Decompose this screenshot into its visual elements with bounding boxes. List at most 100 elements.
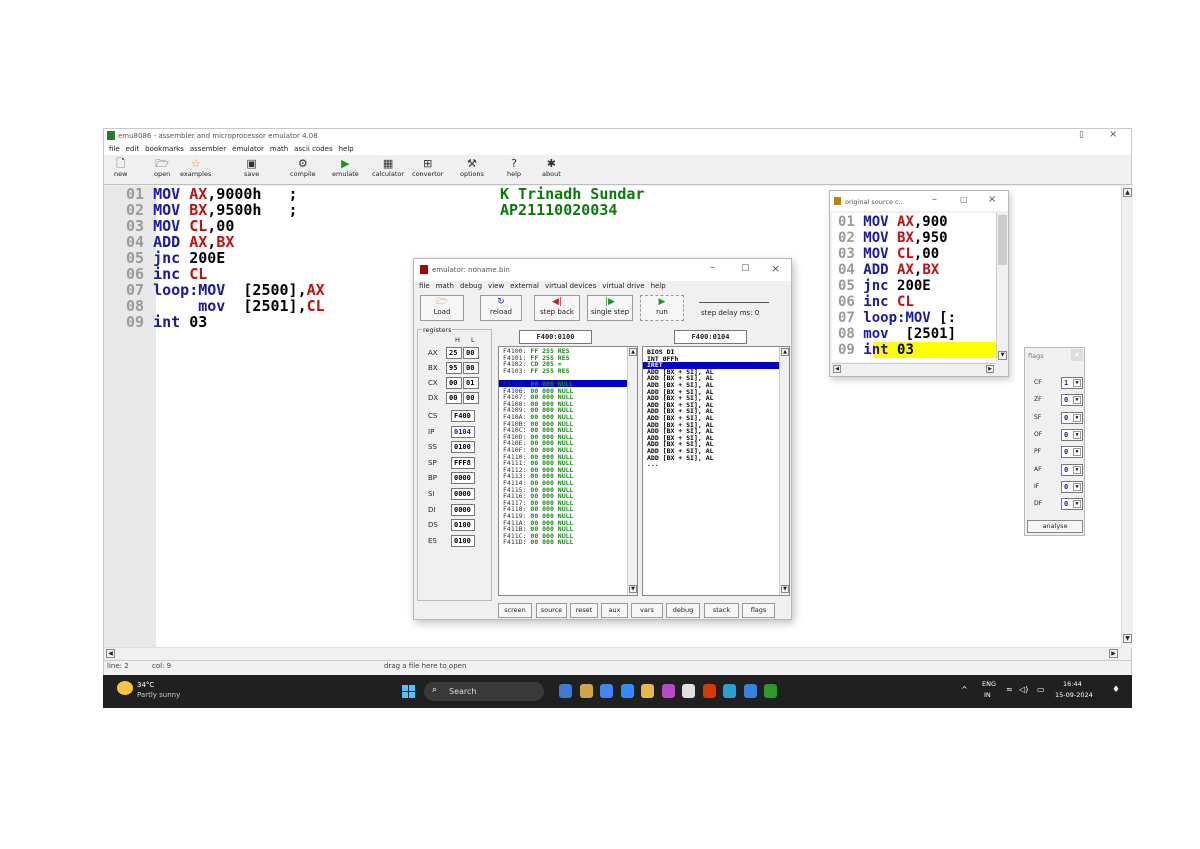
toolbar-help-button[interactable]: ? help	[507, 157, 521, 178]
weather-temp[interactable]: 34°C	[137, 681, 154, 689]
scroll-left-icon[interactable]: ◀	[106, 649, 115, 658]
register-SS-value[interactable]: 0100	[451, 441, 475, 454]
disassembly-scrollbar[interactable]: ▲ ▼	[779, 347, 789, 595]
emu-menu-view[interactable]: view	[488, 282, 504, 290]
weather-icon[interactable]	[117, 681, 133, 695]
register-SI-value[interactable]: 0000	[451, 488, 475, 500]
flag-SF-select[interactable]: 0 ▼	[1061, 411, 1083, 424]
language[interactable]: ENG	[982, 680, 996, 688]
menu-bookmarks[interactable]: bookmarks	[145, 145, 184, 153]
toolbar-new-button[interactable]: 🗋 new	[114, 157, 127, 178]
scroll-down-icon[interactable]: ▼	[1123, 634, 1132, 643]
source-code-line[interactable]: 02 MOV BX,950	[838, 230, 948, 246]
register-CX-low[interactable]: 01	[463, 377, 479, 389]
flag-CF-select[interactable]: 1 ▼	[1061, 377, 1083, 389]
scroll-up-icon[interactable]: ▲	[1123, 188, 1132, 197]
flag-PF-select[interactable]: 0 ▼	[1061, 446, 1083, 459]
step-delay-slider[interactable]	[699, 297, 769, 303]
flag-OF-select[interactable]: 0 ▼	[1061, 428, 1083, 441]
folder-icon[interactable]	[641, 684, 654, 698]
toolbar-open-button[interactable]: 🗁 open	[154, 157, 170, 178]
register-BP-value[interactable]: 0000	[451, 472, 475, 485]
chrome-icon[interactable]	[600, 684, 613, 698]
office-icon[interactable]	[702, 684, 716, 698]
memory-list[interactable]: F4100: FF 255 RES F4101: FF 255 RES F4102:…	[498, 346, 638, 596]
disassembly-address-field[interactable]: F400:0104	[674, 330, 747, 344]
code-line[interactable]: 07 loop:MOV [2500],AX	[126, 282, 325, 298]
code-line[interactable]: 01 MOV AX,9000h ;	[126, 186, 298, 202]
flag-AF-select[interactable]: 0 ▼	[1061, 463, 1083, 476]
close-icon[interactable]: ×	[988, 194, 996, 205]
scroll-up-icon[interactable]: ▲	[629, 348, 637, 356]
register-BX-high[interactable]: 95	[446, 362, 462, 374]
disassembly-row[interactable]: ...	[647, 461, 659, 468]
toolbar-save-button[interactable]: ▣ save	[244, 157, 259, 178]
windows-start-icon[interactable]	[402, 685, 415, 698]
minimize-icon[interactable]: –	[932, 194, 937, 205]
Load-button[interactable]: 🗁 Load	[420, 295, 464, 321]
code-line[interactable]: 04 ADD AX,BX	[126, 234, 234, 250]
screen-button[interactable]: screen	[498, 603, 532, 618]
source-code-line[interactable]: 06 inc CL	[838, 294, 914, 310]
emu-menu-help[interactable]: help	[651, 282, 666, 290]
chevron-down-icon[interactable]: ▼	[1073, 430, 1081, 439]
toolbar-emulate-button[interactable]: ▶ emulate	[332, 157, 359, 178]
chevron-down-icon[interactable]: ▼	[1073, 465, 1081, 474]
vars-button[interactable]: vars	[631, 603, 663, 618]
single-step-button[interactable]: |▶ single step	[587, 295, 633, 321]
source-button[interactable]: source	[536, 603, 567, 618]
emu-menu-virtual-devices[interactable]: virtual devices	[545, 282, 596, 290]
flag-DF-select[interactable]: 0 ▼	[1061, 498, 1083, 511]
toolbar-examples-button[interactable]: ☆ examples	[180, 157, 211, 178]
memory-address-field[interactable]: F400:0100	[519, 330, 592, 344]
emu8086-icon[interactable]	[764, 684, 777, 698]
menu-assembler[interactable]: assembler	[190, 145, 226, 153]
register-DI-value[interactable]: 0000	[451, 503, 475, 516]
code-line[interactable]: 06 inc CL	[126, 266, 207, 282]
scroll-down-icon[interactable]: ▼	[998, 351, 1007, 360]
scroll-down-icon[interactable]: ▼	[629, 585, 637, 593]
editor-vertical-scrollbar[interactable]: ▲ ▼	[1121, 186, 1133, 648]
search-box[interactable]: ⌕ Search	[424, 682, 544, 701]
chevron-down-icon[interactable]: ▼	[1073, 482, 1081, 491]
battery-icon[interactable]: ▭	[1037, 685, 1045, 694]
register-SP-value[interactable]: FFF8	[451, 456, 475, 469]
stack-button[interactable]: stack	[704, 603, 739, 618]
maximize-icon[interactable]: ▢	[741, 263, 750, 273]
microsoft-365-icon[interactable]	[682, 684, 695, 698]
source-code-line[interactable]: 08 mov [2501]	[838, 326, 956, 342]
emu-menu-external[interactable]: external	[510, 282, 539, 290]
source-code-line[interactable]: 07 loop:MOV [:	[838, 310, 956, 326]
register-IP-value[interactable]: 0104	[451, 425, 475, 438]
code-line[interactable]: 09 int 03	[126, 314, 207, 330]
emu-menu-math[interactable]: math	[436, 282, 454, 290]
notification-icon[interactable]: ♦	[1112, 685, 1120, 695]
aux-button[interactable]: aux	[601, 603, 628, 618]
maximize-icon[interactable]: ▢	[960, 195, 968, 204]
step-back-button[interactable]: ◀| step back	[534, 295, 580, 321]
register-DX-high[interactable]: 00	[446, 392, 462, 404]
maximize-icon[interactable]: ▯	[1079, 130, 1084, 140]
menu-emulator[interactable]: emulator	[232, 145, 264, 153]
close-icon[interactable]: ×	[771, 262, 780, 275]
register-CX-high[interactable]: 00	[446, 377, 462, 389]
edge-icon[interactable]	[723, 684, 736, 698]
scroll-right-icon[interactable]: ▶	[1109, 649, 1118, 658]
register-ES-value[interactable]: 0100	[451, 534, 475, 547]
chevron-down-icon[interactable]: ▼	[1073, 396, 1081, 405]
emu-menu-virtual-drive[interactable]: virtual drive	[602, 282, 644, 290]
source-vertical-scrollbar[interactable]: ▼	[996, 213, 1008, 362]
analyse-button[interactable]: analyse	[1027, 520, 1083, 533]
editor-horizontal-scrollbar[interactable]: ◀ ▶	[104, 647, 1121, 659]
debug-button[interactable]: debug	[666, 603, 700, 618]
reload-button[interactable]: ↻ reload	[480, 295, 522, 321]
register-BX-low[interactable]: 00	[463, 362, 479, 374]
register-AX-low[interactable]: 00	[463, 347, 479, 359]
region[interactable]: IN	[984, 691, 991, 699]
flag-IF-select[interactable]: 0 ▼	[1061, 480, 1083, 493]
toolbar-convertor-button[interactable]: ⊞ convertor	[412, 157, 443, 178]
toolbar-calculator-button[interactable]: ▦ calculator	[372, 157, 404, 178]
memory-scrollbar[interactable]: ▲ ▼	[627, 347, 637, 595]
reset-button[interactable]: reset	[570, 603, 598, 618]
close-icon[interactable]: ×	[1071, 349, 1083, 361]
